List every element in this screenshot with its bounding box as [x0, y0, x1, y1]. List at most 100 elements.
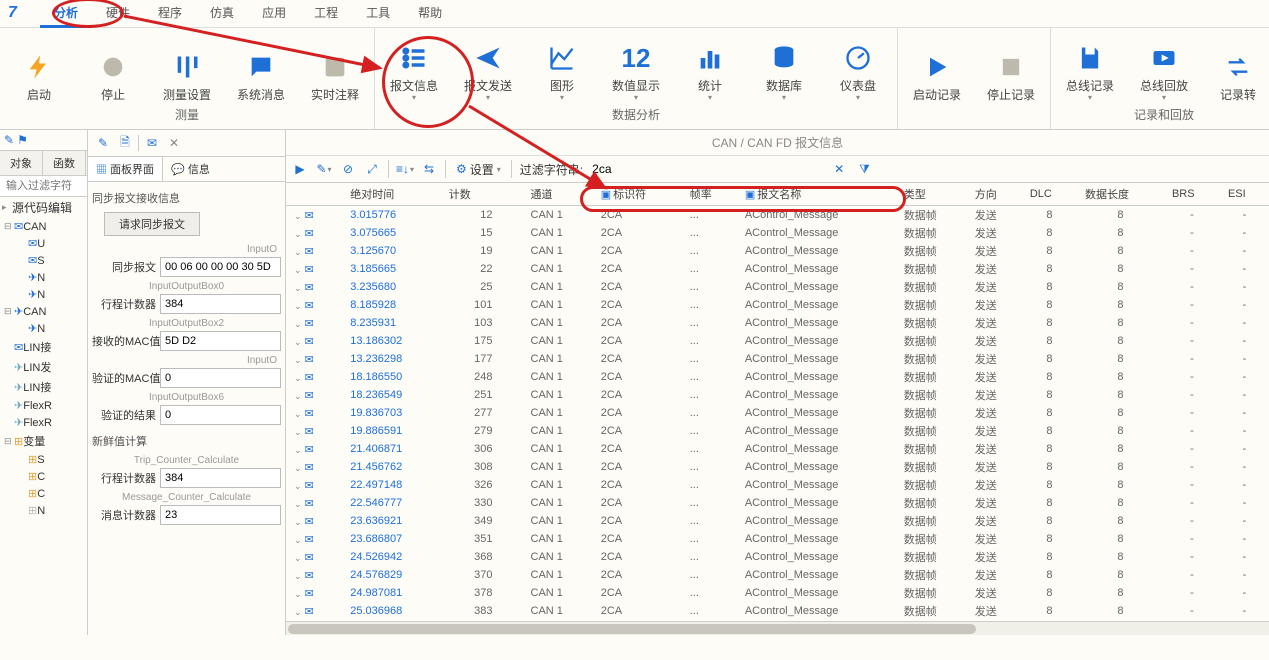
chevron-down-icon[interactable]: ⌄ [294, 481, 302, 491]
chevron-down-icon[interactable]: ⌄ [294, 553, 302, 563]
table-row[interactable]: ⌄✉ 3.185665 22 CAN 1 2CA ... AControl_Me… [286, 260, 1269, 278]
chevron-down-icon[interactable]: ⌄ [294, 499, 302, 509]
filter-input[interactable] [588, 160, 848, 178]
table-row[interactable]: ⌄✉ 22.546777 330 CAN 1 2CA ... AControl_… [286, 494, 1269, 512]
tree-node-child[interactable]: ⊞N [16, 502, 87, 519]
col-header[interactable]: ESI [1220, 183, 1269, 206]
col-header[interactable]: ▣报文名称 [737, 183, 896, 206]
funnel-icon[interactable]: ⧩ [859, 162, 870, 177]
menu-仿真[interactable]: 仿真 [196, 0, 248, 28]
tree-node-child[interactable]: ⊞C [16, 468, 87, 485]
chevron-down-icon[interactable]: ⌄ [294, 355, 302, 365]
table-row[interactable]: ⌄✉ 21.456762 308 CAN 1 2CA ... AControl_… [286, 458, 1269, 476]
chevron-down-icon[interactable]: ⌄ [294, 409, 302, 419]
table-row[interactable]: ⌄✉ 24.576829 370 CAN 1 2CA ... AControl_… [286, 566, 1269, 584]
tab-object[interactable]: 对象 [0, 151, 43, 175]
table-row[interactable]: ⌄✉ 19.836703 277 CAN 1 2CA ... AControl_… [286, 404, 1269, 422]
tree-search-input[interactable] [0, 176, 87, 197]
table-row[interactable]: ⌄✉ 19.886591 279 CAN 1 2CA ... AControl_… [286, 422, 1269, 440]
settings-button[interactable]: ⚙设置▾ [452, 161, 505, 178]
menu-帮助[interactable]: 帮助 [404, 0, 456, 28]
col-header[interactable]: ▣标识符 [593, 183, 682, 206]
doc-icon[interactable]: 🗎 [116, 134, 134, 152]
col-header[interactable]: 方向 [967, 183, 1022, 206]
chevron-down-icon[interactable]: ⌄ [294, 517, 302, 527]
tree-node[interactable]: ⊟✈CAN [2, 303, 87, 320]
tree-node-child[interactable]: ✈N [16, 320, 87, 337]
tree-node-child[interactable]: ⊞S [16, 451, 87, 468]
chevron-down-icon[interactable]: ⌄ [294, 571, 302, 581]
col-header[interactable]: 计数 [441, 183, 523, 206]
table-row[interactable]: ⌄✉ 8.235931 103 CAN 1 2CA ... AControl_M… [286, 314, 1269, 332]
toolbar-msg-info-button[interactable]: 报文信息▾ [383, 32, 445, 102]
tree-node-child[interactable]: ✉S [16, 252, 87, 269]
toolbar-msg-send-button[interactable]: 报文发送▾ [457, 32, 519, 102]
tree-node-child[interactable]: ✈N [16, 269, 87, 286]
tree-node-child[interactable]: ✉U [16, 235, 87, 252]
col-header[interactable]: BRS [1164, 183, 1220, 206]
clear-filter-icon[interactable]: ✕ [834, 162, 844, 176]
tree-node[interactable]: ✈FlexR [2, 397, 87, 414]
table-row[interactable]: ⌄✉ 8.185928 101 CAN 1 2CA ... AControl_M… [286, 296, 1269, 314]
toolbar-bus-record-button[interactable]: 总线记录▾ [1059, 32, 1121, 102]
table-row[interactable]: ⌄✉ 3.125670 19 CAN 1 2CA ... AControl_Me… [286, 242, 1269, 260]
col-header[interactable]: 通道 [523, 183, 593, 206]
table-row[interactable]: ⌄✉ 23.686807 351 CAN 1 2CA ... AControl_… [286, 530, 1269, 548]
verify-mac-input[interactable] [160, 368, 281, 388]
table-row[interactable]: ⌄✉ 3.235680 25 CAN 1 2CA ... AControl_Me… [286, 278, 1269, 296]
col-header[interactable]: DLC [1022, 183, 1077, 206]
tree-node-child[interactable]: ✈N [16, 286, 87, 303]
toolbar-sys-msg-button[interactable]: 系统消息 [230, 32, 292, 102]
chevron-down-icon[interactable]: ⌄ [294, 283, 302, 293]
toolbar-dashboard-button[interactable]: 仪表盘▾ [827, 32, 889, 102]
chevron-down-icon[interactable]: ⌄ [294, 607, 302, 617]
trip-counter2-input[interactable] [160, 468, 281, 488]
toolbar-numeric-button[interactable]: 12数值显示▾ [605, 32, 667, 102]
menu-程序[interactable]: 程序 [144, 0, 196, 28]
toolbar-start-button[interactable]: 启动 [8, 32, 70, 102]
toolbar-realtime-annot-button[interactable]: 实时注释 [304, 32, 366, 102]
chevron-down-icon[interactable]: ⌄ [294, 229, 302, 239]
table-row[interactable]: ⌄✉ 18.186550 248 CAN 1 2CA ... AControl_… [286, 368, 1269, 386]
trip-counter-input[interactable] [160, 294, 281, 314]
table-row[interactable]: ⌄✉ 24.526942 368 CAN 1 2CA ... AControl_… [286, 548, 1269, 566]
toolbar-database-button[interactable]: 数据库▾ [753, 32, 815, 102]
toolbar-stop-button[interactable]: 停止 [82, 32, 144, 102]
toolbar-measure-config-button[interactable]: 测量设置 [156, 32, 218, 102]
chevron-down-icon[interactable]: ⌄ [294, 247, 302, 257]
menu-工具[interactable]: 工具 [352, 0, 404, 28]
request-sync-button[interactable]: 请求同步报文 [104, 212, 200, 236]
toolbar-record-convert-button[interactable]: 记录转 [1207, 32, 1269, 102]
msg-counter-input[interactable] [160, 505, 281, 525]
tree-node[interactable]: ✉LIN接 [2, 337, 87, 357]
menu-分析[interactable]: 分析 [40, 0, 92, 28]
chevron-down-icon[interactable]: ⌄ [294, 427, 302, 437]
table-row[interactable]: ⌄✉ 21.406871 306 CAN 1 2CA ... AControl_… [286, 440, 1269, 458]
chevron-down-icon[interactable]: ⌄ [294, 535, 302, 545]
clear-icon[interactable]: ⊘ [338, 159, 358, 179]
chevron-down-icon[interactable]: ⌄ [294, 211, 302, 221]
table-row[interactable]: ⌄✉ 3.015776 12 CAN 1 2CA ... AControl_Me… [286, 206, 1269, 225]
menu-应用[interactable]: 应用 [248, 0, 300, 28]
tree-node[interactable]: ⊟⊞变量 [2, 431, 87, 451]
tree-src-editor[interactable]: ▸源代码编辑 [0, 197, 87, 218]
chevron-down-icon[interactable]: ⌄ [294, 463, 302, 473]
toolbar-graphics-button[interactable]: 图形▾ [531, 32, 593, 102]
table-row[interactable]: ⌄✉ 3.075665 15 CAN 1 2CA ... AControl_Me… [286, 224, 1269, 242]
sort-icon[interactable]: ≡↓ [395, 159, 415, 179]
col-header[interactable]: 帧率 [682, 183, 737, 206]
expand-icon[interactable]: ⤢ [362, 159, 382, 179]
tree-node[interactable]: ✈LIN接 [2, 377, 87, 397]
chevron-down-icon[interactable]: ⌄ [294, 445, 302, 455]
table-row[interactable]: ⌄✉ 25.036968 383 CAN 1 2CA ... AControl_… [286, 602, 1269, 620]
tab-function[interactable]: 函数 [43, 151, 86, 175]
chevron-down-icon[interactable]: ⌄ [294, 373, 302, 383]
chevron-down-icon[interactable]: ⌄ [294, 589, 302, 599]
table-row[interactable]: ⌄✉ 13.186302 175 CAN 1 2CA ... AControl_… [286, 332, 1269, 350]
col-header[interactable] [286, 183, 342, 206]
toolbar-stats-button[interactable]: 统计▾ [679, 32, 741, 102]
chevron-down-icon[interactable]: ⌄ [294, 337, 302, 347]
close-icon[interactable]: ✕ [165, 134, 183, 152]
col-header[interactable]: 绝对时间 [342, 183, 441, 206]
tab-info[interactable]: 💬 信息 [163, 157, 218, 181]
